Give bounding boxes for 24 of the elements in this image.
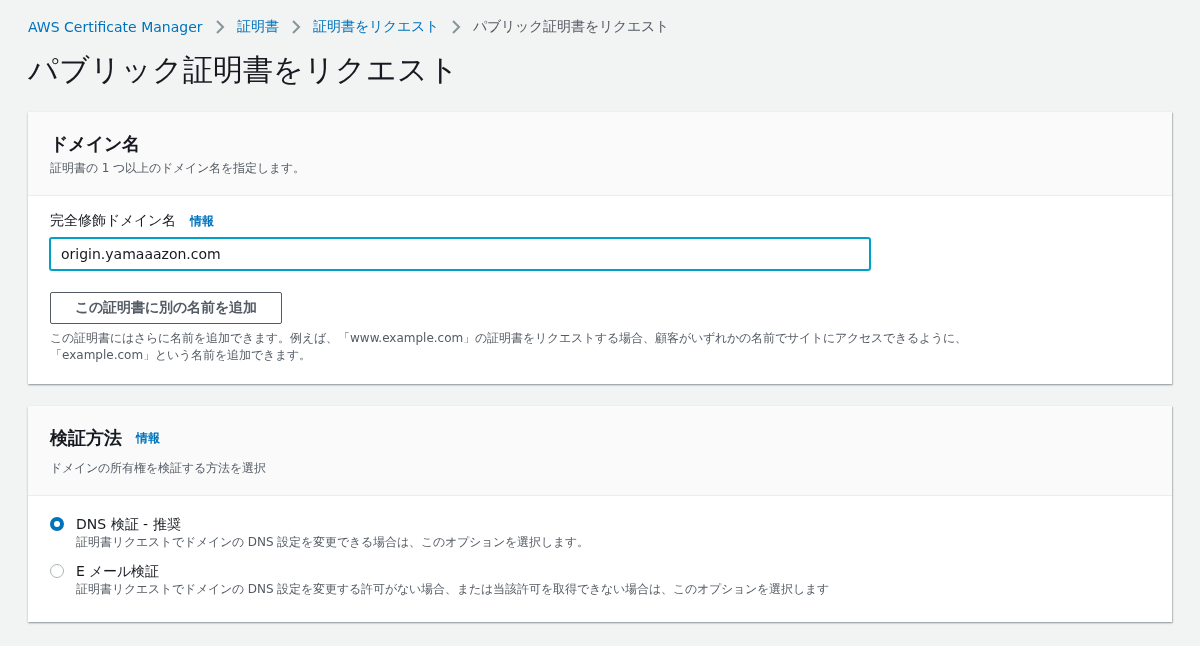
section-title: 検証方法 (50, 426, 122, 450)
breadcrumb-link[interactable]: 証明書をリクエスト (312, 18, 439, 36)
breadcrumb-link[interactable]: 証明書 (236, 18, 279, 36)
domain-input-field[interactable]: origin.yamaaazon.com (50, 238, 870, 270)
info-link[interactable]: 情報 (136, 429, 160, 447)
option-label: E メール検証 (76, 562, 161, 581)
breadcrumb-link[interactable]: AWS Certificate Manager (28, 19, 203, 35)
radio-button[interactable] (50, 517, 64, 531)
breadcrumb-current: パブリック証明書をリクエスト (472, 18, 669, 36)
radio-button[interactable] (50, 564, 64, 578)
option-description: 証明書リクエストでドメインの DNS 設定を変更する許可がない場合、または当該許可を取得できない場合は、このオプションを選択します (76, 581, 830, 598)
page-title: パブリック証明書をリクエスト (28, 51, 460, 89)
section-description: 証明書の 1 つ以上のドメイン名を指定します。 (50, 160, 307, 177)
field-label: 完全修飾ドメイン名 (50, 212, 176, 230)
help-text: この証明書にはさらに名前を追加できます。例えば、「www.example.com」の証明書をリクエストする場合、顧客がいずれかの名前でサイトにアクセスできるように、「example.com」という名前を追加できます。 (50, 330, 969, 364)
section-description: ドメインの所有権を検証する方法を選択 (50, 460, 267, 477)
section-title: ドメイン名 (50, 132, 141, 156)
chevron-right-icon (450, 20, 461, 34)
chevron-right-icon (214, 20, 225, 34)
add-name-button[interactable]: この証明書に別の名前を追加 (50, 292, 282, 324)
info-link[interactable]: 情報 (190, 212, 214, 230)
chevron-right-icon (290, 20, 301, 34)
option-description: 証明書リクエストでドメインの DNS 設定を変更できる場合は、このオプションを選択します。 (76, 534, 590, 551)
option-label: DNS 検証 - 推奨 (76, 515, 182, 534)
